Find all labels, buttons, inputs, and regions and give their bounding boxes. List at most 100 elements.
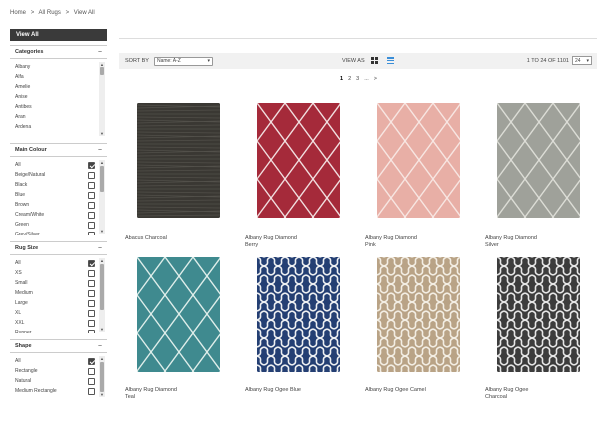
filter-option[interactable]: Medium [15,288,95,298]
facet-scrollbar[interactable]: ▲ ▼ [99,160,105,234]
filter-checkbox[interactable] [88,171,95,179]
scroll-thumb[interactable] [100,264,104,310]
filter-checkbox[interactable] [88,231,95,235]
filter-checkbox[interactable] [88,329,95,333]
filter-option[interactable]: Brown [15,200,95,210]
facet-scrollbar[interactable]: ▲ ▼ [99,258,105,332]
scroll-up-icon[interactable]: ▲ [99,356,105,361]
filter-checkbox[interactable] [88,299,95,307]
filter-checkbox[interactable] [88,269,95,277]
scroll-down-icon[interactable]: ▼ [99,327,105,332]
product-name[interactable]: Albany Rug Diamond Silver [485,235,547,249]
scroll-up-icon[interactable]: ▲ [99,160,105,165]
filter-checkbox[interactable] [88,201,95,209]
filter-option[interactable]: Medium Rectangle [15,386,95,396]
product-name[interactable]: Albany Rug Ogee Charcoal [485,387,547,401]
collapse-icon[interactable]: − [98,49,102,56]
filter-checkbox[interactable] [88,221,95,229]
filter-option[interactable]: Rectangle [15,366,95,376]
product-name[interactable]: Albany Rug Ogee Blue [245,387,307,394]
collapse-icon[interactable]: − [98,245,102,252]
sort-select[interactable]: Name: A-Z ▾ [153,56,213,66]
filter-option[interactable]: Amelie [15,82,95,92]
filter-option[interactable]: Natural [15,376,95,386]
filter-option[interactable]: Beige/Natural [15,170,95,180]
facet-scrollbar[interactable]: ▲ ▼ [99,62,105,136]
product-image[interactable] [377,103,460,218]
filter-option[interactable]: Green [15,220,95,230]
filter-option[interactable]: XL [15,308,95,318]
filter-option[interactable]: Blue [15,190,95,200]
scroll-up-icon[interactable]: ▲ [99,258,105,263]
product-image[interactable] [257,103,340,218]
product-image[interactable] [377,257,460,372]
facet-header[interactable]: Rug Size − [10,241,107,255]
filter-option[interactable]: Cream/White [15,210,95,220]
scroll-thumb[interactable] [100,67,104,75]
filter-checkbox[interactable] [88,191,95,199]
filter-option[interactable]: XXL [15,318,95,328]
scroll-down-icon[interactable]: ▼ [99,392,105,397]
filter-checkbox[interactable] [88,357,95,365]
view-all-button[interactable]: View All [10,29,107,41]
product-name[interactable]: Albany Rug Diamond Teal [125,387,187,401]
product-name[interactable]: Albany Rug Ogee Camel [365,387,427,394]
scroll-thumb[interactable] [100,362,104,392]
filter-checkbox[interactable] [88,211,95,219]
filter-option[interactable]: Runner [15,328,95,333]
facet-header[interactable]: Categories − [10,45,107,59]
page-2[interactable]: 2 [348,76,351,82]
list-view-icon[interactable] [387,57,394,64]
filter-option[interactable]: All [15,356,95,366]
filter-checkbox[interactable] [88,397,95,398]
filter-checkbox[interactable] [88,181,95,189]
page-3[interactable]: 3 [356,76,359,82]
product-name[interactable]: Abacus Charcoal [125,235,225,242]
filter-checkbox[interactable] [88,279,95,287]
page-1[interactable]: 1 [340,76,343,82]
filter-option[interactable]: Grey/Silver [15,230,95,235]
filter-option[interactable]: Large [15,298,95,308]
next-page[interactable]: > [374,76,377,82]
filter-option[interactable]: XS [15,268,95,278]
facet-scrollbar[interactable]: ▲ ▼ [99,356,105,397]
filter-option[interactable]: Albany [15,62,95,72]
product-image[interactable] [137,103,220,218]
breadcrumb-home[interactable]: Home [10,10,26,16]
filter-checkbox[interactable] [88,289,95,297]
filter-checkbox[interactable] [88,319,95,327]
filter-option[interactable]: Anise [15,92,95,102]
product-image[interactable] [497,257,580,372]
filter-option[interactable]: Black [15,180,95,190]
filter-option[interactable]: All [15,160,95,170]
collapse-icon[interactable]: − [98,147,102,154]
product-name[interactable]: Albany Rug Diamond Berry [245,235,307,249]
scroll-down-icon[interactable]: ▼ [99,229,105,234]
scroll-thumb[interactable] [100,166,104,192]
filter-option[interactable]: Aran [15,112,95,122]
product-image[interactable] [497,103,580,218]
per-page-select[interactable]: 24 ▾ [572,56,592,65]
filter-option[interactable]: Antibes [15,102,95,112]
breadcrumb-all-rugs[interactable]: All Rugs [39,10,61,16]
facet-header[interactable]: Main Colour − [10,143,107,157]
product-image[interactable] [137,257,220,372]
filter-checkbox[interactable] [88,367,95,375]
filter-option[interactable]: All [15,258,95,268]
filter-checkbox[interactable] [88,259,95,267]
filter-option[interactable]: Small [15,278,95,288]
filter-checkbox[interactable] [88,161,95,169]
filter-checkbox[interactable] [88,377,95,385]
grid-view-icon[interactable] [371,57,378,64]
product-name[interactable]: Albany Rug Diamond Pink [365,235,427,249]
filter-checkbox[interactable] [88,387,95,395]
scroll-down-icon[interactable]: ▼ [99,131,105,136]
filter-option[interactable]: Ardena [15,122,95,132]
filter-checkbox[interactable] [88,309,95,317]
facet-header[interactable]: Shape − [10,339,107,353]
filter-option-label: XL [15,310,22,316]
filter-option[interactable]: Alfa [15,72,95,82]
collapse-icon[interactable]: − [98,343,102,350]
product-image[interactable] [257,257,340,372]
filter-option[interactable]: Large Rectangle [15,396,95,398]
